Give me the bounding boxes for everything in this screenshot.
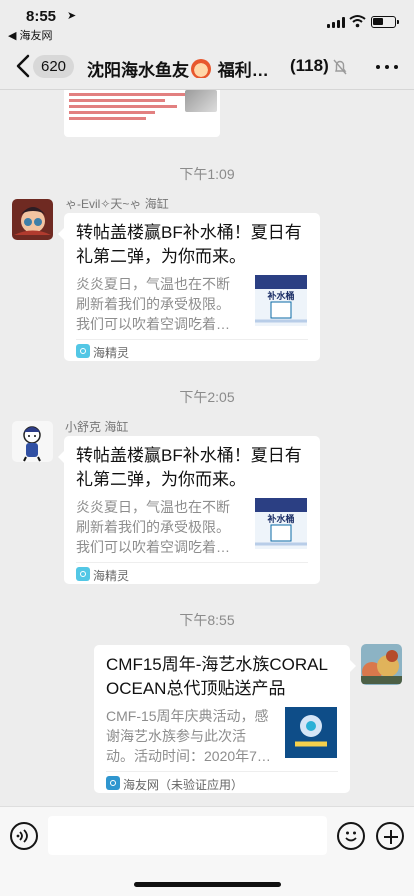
card-description: CMF-15周年庆典活动，感谢海艺水族参与此次活动。活动时间：2020年7…	[106, 708, 271, 764]
time-separator: 下午1:09	[179, 166, 235, 182]
card-title: CMF15周年-海艺水族CORAL OCEAN总代顶贴送产品	[106, 655, 328, 698]
card-description: 炎炎夏日，气温也在不断刷新着我们的承受极限。我们可以吹着空调吃着…	[76, 276, 230, 332]
back-to-app-link[interactable]: ◀ 海友网	[8, 27, 53, 43]
time-separator: 下午8:55	[179, 612, 235, 628]
card-divider	[76, 562, 308, 563]
card-title: 转帖盖楼赢BF补水桶！夏日有礼第二弹，为你而来。	[76, 446, 302, 489]
thumbnail-label: 补水桶	[266, 290, 294, 301]
card-thumbnail	[285, 707, 337, 758]
unread-count-badge[interactable]: 620	[33, 55, 75, 78]
message-input[interactable]	[48, 816, 327, 855]
avatar[interactable]	[361, 644, 402, 685]
card-thumbnail: 补水桶	[255, 275, 307, 326]
source-app-icon	[106, 776, 120, 790]
add-icon[interactable]	[376, 822, 404, 850]
card-source: 海精灵	[93, 569, 130, 583]
card-thumbnail: 补水桶	[255, 498, 307, 549]
chat-title-left: 沈阳海水鱼友	[87, 61, 189, 78]
chat-message-list[interactable]: 下午1:09 ゃ-Evil✧天~ゃ 海缸 转帖盖楼赢BF补水桶！夏日有礼第二弹，…	[0, 90, 414, 806]
previous-message-card[interactable]	[64, 90, 220, 137]
status-bar: 8:55 ➤ ◀ 海友网	[0, 0, 414, 42]
thumbnail-label: 补水桶	[266, 513, 294, 524]
sender-name: 小舒克 海缸	[65, 420, 129, 434]
battery-icon	[371, 16, 399, 28]
card-description: 炎炎夏日，气温也在不断刷新着我们的承受极限。我们可以吹着空调吃着…	[76, 499, 230, 555]
card-source: 海友网（未验证应用）	[123, 778, 244, 792]
card-source: 海精灵	[93, 346, 130, 360]
member-count: (118)	[290, 56, 329, 75]
voice-icon[interactable]	[10, 822, 38, 850]
emoji-icon	[191, 59, 211, 78]
avatar[interactable]	[12, 421, 53, 462]
source-app-icon	[76, 567, 90, 581]
previous-card-thumbnail	[185, 90, 217, 112]
avatar[interactable]	[12, 199, 53, 240]
time-separator: 下午2:05	[179, 389, 235, 405]
chat-title[interactable]: 沈阳海水鱼友 福利…	[87, 56, 283, 78]
location-arrow-icon: ➤	[67, 10, 77, 22]
sender-name: ゃ-Evil✧天~ゃ 海缸	[65, 197, 169, 211]
source-app-icon	[76, 344, 90, 358]
emoji-icon[interactable]	[337, 822, 365, 850]
link-card[interactable]: CMF15周年-海艺水族CORAL OCEAN总代顶贴送产品 CMF-15周年庆…	[94, 645, 356, 793]
link-card[interactable]: 转帖盖楼赢BF补水桶！夏日有礼第二弹，为你而来。 炎炎夏日，气温也在不断刷新着我…	[58, 436, 320, 584]
home-indicator	[134, 882, 281, 887]
previous-card-preview	[69, 90, 189, 123]
status-time: 8:55	[26, 8, 57, 25]
wifi-icon	[349, 15, 366, 28]
chat-header: 620 沈阳海水鱼友 福利… (118)	[0, 42, 414, 90]
card-divider	[106, 771, 338, 772]
more-button[interactable]	[375, 55, 399, 77]
cellular-signal-icon	[327, 17, 345, 28]
bell-slash-icon	[333, 59, 347, 75]
chat-title-right: 福利…	[217, 61, 269, 78]
card-title: 转帖盖楼赢BF补水桶！夏日有礼第二弹，为你而来。	[76, 223, 302, 266]
link-card[interactable]: 转帖盖楼赢BF补水桶！夏日有礼第二弹，为你而来。 炎炎夏日，气温也在不断刷新着我…	[58, 213, 320, 361]
card-divider	[76, 339, 308, 340]
